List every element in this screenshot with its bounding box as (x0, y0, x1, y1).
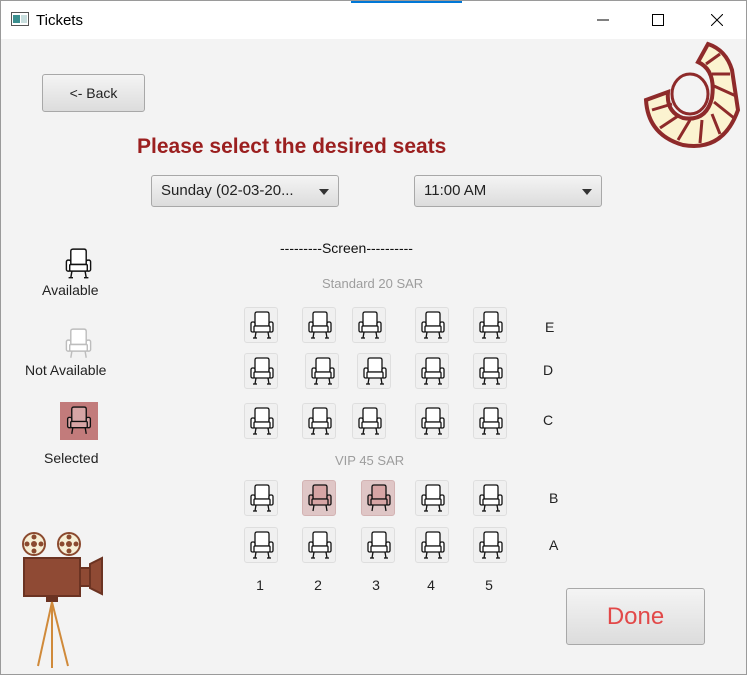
film-projector-icon (22, 532, 103, 668)
seat-E2[interactable] (302, 307, 336, 343)
legend-selected-label: Selected (44, 450, 99, 466)
seat-icon (249, 531, 275, 561)
date-select[interactable]: Sunday (02-03-20... (151, 175, 339, 207)
seat-icon (307, 484, 333, 514)
seat-B1[interactable] (244, 480, 278, 516)
seat-icon (478, 357, 504, 387)
seat-icon (362, 357, 388, 387)
seat-icon (478, 311, 504, 341)
seat-D4[interactable] (415, 353, 449, 389)
seat-icon (420, 407, 446, 437)
seat-A1[interactable] (244, 527, 278, 563)
title-accent (351, 1, 462, 3)
seat-icon (366, 484, 392, 514)
column-label-1: 1 (256, 577, 264, 593)
minimize-button[interactable] (580, 2, 626, 38)
seat-D1[interactable] (244, 353, 278, 389)
seat-icon (420, 357, 446, 387)
unavailable-seat-icon (64, 328, 93, 361)
seat-E4[interactable] (415, 307, 449, 343)
row-label-A: A (549, 537, 559, 553)
seat-icon (307, 407, 333, 437)
seat-icon (249, 407, 275, 437)
seat-D2[interactable] (305, 353, 339, 389)
chevron-down-icon (319, 189, 329, 195)
seat-icon (420, 311, 446, 341)
seat-icon (357, 311, 383, 341)
seat-B4[interactable] (415, 480, 449, 516)
seat-icon (249, 311, 275, 341)
seat-icon (307, 311, 333, 341)
title-bar: Tickets (1, 1, 746, 39)
seat-A2[interactable] (302, 527, 336, 563)
seat-icon (249, 484, 275, 514)
seat-icon (478, 531, 504, 561)
column-label-5: 5 (485, 577, 493, 593)
seat-E3[interactable] (352, 307, 386, 343)
seat-C1[interactable] (244, 403, 278, 439)
chevron-down-icon (582, 189, 592, 195)
seat-E1[interactable] (244, 307, 278, 343)
seat-D3[interactable] (357, 353, 391, 389)
seat-A5[interactable] (473, 527, 507, 563)
seat-C5[interactable] (473, 403, 507, 439)
window-title: Tickets (36, 12, 83, 29)
legend-not-available-label: Not Available (25, 362, 107, 378)
back-button[interactable]: <- Back (42, 74, 145, 112)
row-label-C: C (543, 412, 554, 428)
available-seat-icon (64, 248, 93, 281)
close-icon (711, 14, 723, 26)
film-reel-icon (643, 41, 741, 148)
screen-label: ---------Screen---------- (280, 240, 413, 256)
seat-icon (249, 357, 275, 387)
seat-D5[interactable] (473, 353, 507, 389)
column-label-3: 3 (372, 577, 380, 593)
seat-icon (366, 531, 392, 561)
selected-seat-swatch (60, 402, 98, 440)
seat-C3[interactable] (352, 403, 386, 439)
time-select[interactable]: 11:00 AM (414, 175, 602, 207)
seat-B3-selected[interactable] (361, 480, 395, 516)
seat-icon (478, 484, 504, 514)
seat-icon (357, 407, 383, 437)
vip-section-label: VIP 45 SAR (335, 453, 405, 468)
seat-icon (420, 484, 446, 514)
seat-icon (307, 531, 333, 561)
row-label-D: D (543, 362, 554, 378)
column-label-4: 4 (427, 577, 435, 593)
seat-A4[interactable] (415, 527, 449, 563)
seat-C4[interactable] (415, 403, 449, 439)
legend-available-label: Available (42, 282, 99, 298)
minimize-icon (597, 19, 609, 21)
seat-icon (310, 357, 336, 387)
selected-seat-icon (65, 406, 93, 437)
seat-E5[interactable] (473, 307, 507, 343)
standard-section-label: Standard 20 SAR (322, 276, 424, 291)
date-select-value: Sunday (02-03-20... (161, 182, 294, 199)
seat-B2-selected[interactable] (302, 480, 336, 516)
column-label-2: 2 (314, 577, 322, 593)
seat-A3[interactable] (361, 527, 395, 563)
seat-icon (420, 531, 446, 561)
seat-icon (478, 407, 504, 437)
page-heading: Please select the desired seats (137, 135, 447, 158)
done-button[interactable]: Done (566, 588, 705, 645)
app-icon (11, 12, 29, 26)
seat-B5[interactable] (473, 480, 507, 516)
time-select-value: 11:00 AM (424, 182, 487, 199)
close-button[interactable] (694, 2, 740, 38)
maximize-icon (652, 14, 664, 26)
row-label-B: B (549, 490, 559, 506)
row-label-E: E (545, 319, 555, 335)
maximize-button[interactable] (635, 2, 681, 38)
seat-C2[interactable] (302, 403, 336, 439)
